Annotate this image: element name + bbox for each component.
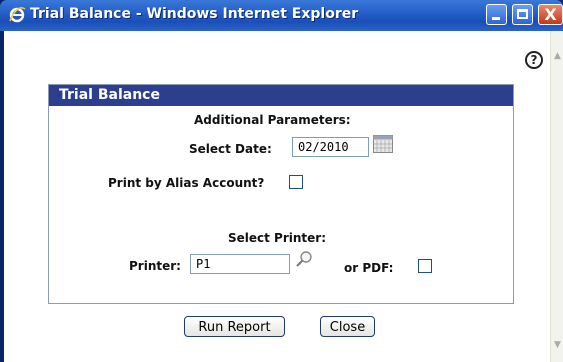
close-icon: X bbox=[544, 5, 557, 24]
date-input[interactable] bbox=[292, 137, 369, 157]
search-icon[interactable] bbox=[295, 250, 313, 268]
select-printer-label: Select Printer: bbox=[228, 231, 327, 245]
minimize-icon bbox=[492, 17, 500, 20]
scroll-up-icon[interactable]: ▲ bbox=[552, 51, 563, 63]
print-by-alias-checkbox[interactable] bbox=[289, 175, 303, 189]
close-button[interactable]: Close bbox=[320, 316, 375, 337]
ie-window: Trial Balance - Windows Internet Explore… bbox=[0, 0, 563, 362]
scroll-down-icon[interactable]: ▼ bbox=[552, 340, 563, 352]
internet-explorer-icon bbox=[9, 7, 26, 23]
calendar-icon[interactable] bbox=[373, 135, 393, 153]
vertical-scrollbar[interactable]: ▲ ▼ bbox=[550, 31, 563, 362]
maximize-icon bbox=[517, 9, 528, 19]
title-bar[interactable]: Trial Balance - Windows Internet Explore… bbox=[0, 0, 563, 31]
maximize-button[interactable] bbox=[512, 4, 533, 25]
window-close-button[interactable]: X bbox=[538, 4, 563, 25]
window-title: Trial Balance - Windows Internet Explore… bbox=[30, 6, 359, 22]
additional-parameters-label: Additional Parameters: bbox=[194, 113, 351, 127]
trial-balance-panel: Trial Balance Additional Parameters: Sel… bbox=[48, 84, 514, 304]
panel-header: Trial Balance bbox=[49, 85, 513, 106]
print-by-alias-label: Print by Alias Account? bbox=[108, 176, 265, 190]
printer-input[interactable] bbox=[190, 254, 290, 274]
pdf-checkbox[interactable] bbox=[418, 259, 432, 273]
minimize-button[interactable] bbox=[486, 4, 507, 25]
run-report-button[interactable]: Run Report bbox=[184, 316, 285, 337]
printer-label: Printer: bbox=[129, 259, 181, 273]
select-date-label: Select Date: bbox=[189, 142, 272, 156]
help-icon[interactable]: ? bbox=[525, 51, 543, 69]
or-pdf-label: or PDF: bbox=[344, 261, 394, 275]
